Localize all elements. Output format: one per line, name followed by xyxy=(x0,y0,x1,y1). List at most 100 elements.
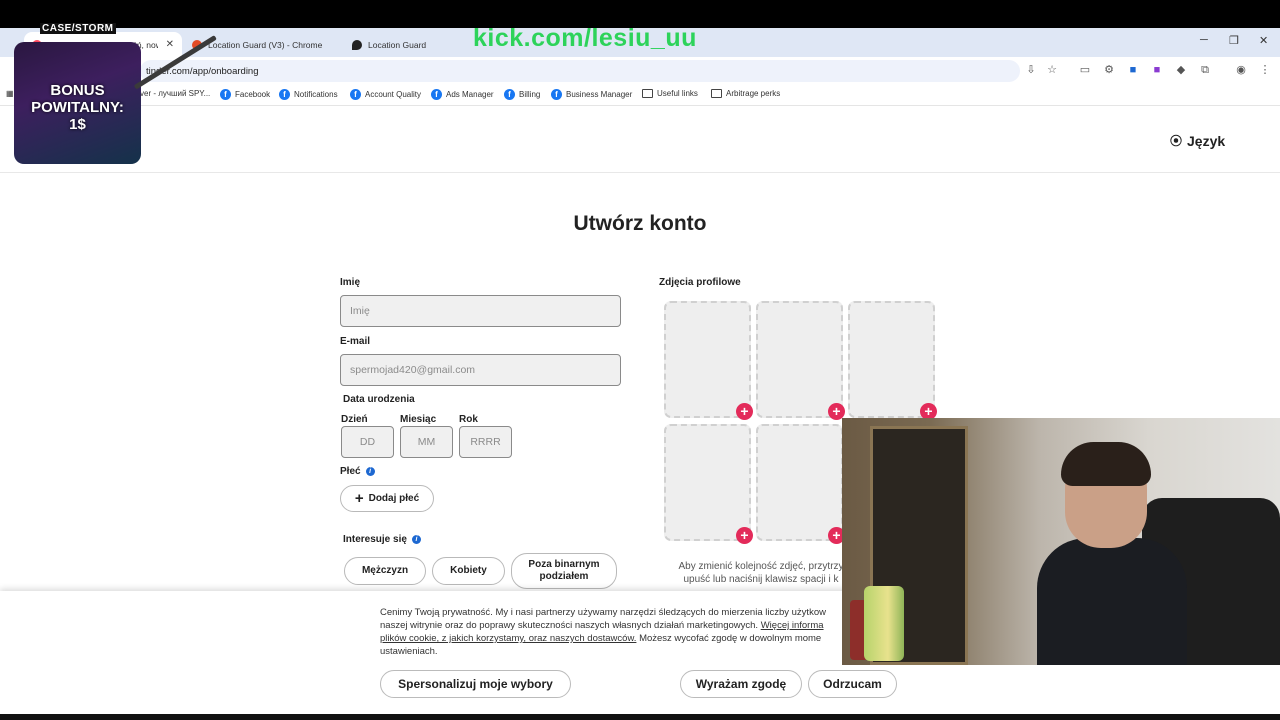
button-label: Odrzucam xyxy=(823,677,882,691)
extension-blue-icon[interactable]: ■ xyxy=(1126,63,1140,77)
promo-line: BONUS xyxy=(50,82,105,99)
photo-slot[interactable] xyxy=(664,424,751,541)
interest-option-men[interactable]: Mężczyzn xyxy=(344,557,426,585)
button-label: Spersonalizuj moje wybory xyxy=(398,677,553,691)
menu-dots-icon[interactable]: ⋮ xyxy=(1258,63,1272,77)
add-photo-icon[interactable]: + xyxy=(736,403,753,420)
bookmark-ads-manager[interactable]: f Ads Manager xyxy=(431,89,494,100)
interest-label: Interesuje się i xyxy=(343,534,421,545)
maximize-icon[interactable]: ❐ xyxy=(1229,34,1239,47)
cookie-more-info-link[interactable]: Więcej informa xyxy=(761,620,824,631)
location-guard-extension-icon[interactable]: ◆ xyxy=(1174,63,1188,77)
bookmark-account-quality[interactable]: f Account Quality xyxy=(350,89,421,100)
add-gender-button[interactable]: + Dodaj płeć xyxy=(340,485,434,512)
facebook-icon: f xyxy=(551,89,562,100)
name-label: Imię xyxy=(340,277,361,288)
month-placeholder: MM xyxy=(417,436,436,448)
hint-line: Aby zmienić kolejność zdjęć, przytrzy xyxy=(678,561,844,572)
webcam-person xyxy=(1037,442,1187,665)
cookie-text-part: Cenimy Twoją prywatność. My i nasi partn… xyxy=(380,607,826,618)
profile-icon[interactable]: ◉ xyxy=(1234,63,1248,77)
name-placeholder: Imię xyxy=(350,305,370,317)
bookmark-useful-links[interactable]: Useful links xyxy=(642,89,698,98)
info-icon[interactable]: i xyxy=(365,466,375,476)
photo-slot[interactable] xyxy=(848,301,935,418)
month-input[interactable]: MM xyxy=(400,426,453,458)
folder-icon xyxy=(711,89,722,98)
language-icon: ⦿ xyxy=(1170,134,1183,148)
interest-option-label: Kobiety xyxy=(450,565,487,576)
customize-cookies-button[interactable]: Spersonalizuj moje wybory xyxy=(380,670,571,698)
webcam-drink-can xyxy=(864,586,904,661)
email-value: spermojad420@gmail.com xyxy=(350,364,476,376)
interest-option-women[interactable]: Kobiety xyxy=(432,557,505,585)
photo-slot[interactable] xyxy=(756,424,843,541)
plus-icon: + xyxy=(354,489,364,507)
extension-gear-icon[interactable]: ⚙ xyxy=(1102,63,1116,77)
cookie-text: Cenimy Twoją prywatność. My i nasi partn… xyxy=(380,606,880,658)
close-tab-icon[interactable]: ✕ xyxy=(166,39,174,50)
close-window-icon[interactable]: ✕ xyxy=(1259,34,1268,47)
location-pin-icon xyxy=(352,39,362,50)
bookmark-label: Billing xyxy=(519,90,541,99)
photo-slot[interactable] xyxy=(664,301,751,418)
install-app-icon[interactable]: ⇩ xyxy=(1024,63,1038,77)
bookmarks-bar: ▦ ver - лучший SPY... f Facebook f Notif… xyxy=(0,84,1280,106)
facebook-icon: f xyxy=(220,89,231,100)
bookmark-arbitrage-perks[interactable]: Arbitrage perks xyxy=(711,89,780,98)
minimize-icon[interactable]: ─ xyxy=(1200,34,1208,46)
cookie-text-part: Możesz wycofać zgodę w dowolnym mome xyxy=(639,633,822,644)
extensions-puzzle-icon[interactable]: ⧉ xyxy=(1198,63,1212,77)
folder-icon xyxy=(642,89,653,98)
bookmark-facebook[interactable]: f Facebook xyxy=(220,89,270,100)
reject-cookies-button[interactable]: Odrzucam xyxy=(808,670,897,698)
bookmark-spy[interactable]: ver - лучший SPY... xyxy=(140,89,210,98)
facebook-icon: f xyxy=(279,89,290,100)
stream-bottom-bar xyxy=(0,714,1280,720)
facebook-icon: f xyxy=(431,89,442,100)
year-placeholder: RRRR xyxy=(470,436,501,448)
email-label: E-mail xyxy=(340,336,371,347)
bookmark-label: Arbitrage perks xyxy=(726,89,781,98)
day-placeholder: DD xyxy=(359,436,376,448)
interest-option-nonbinary[interactable]: Poza binarnym podziałem xyxy=(511,553,617,589)
bookmark-label: Ads Manager xyxy=(446,90,494,99)
interest-option-label: Mężczyzn xyxy=(361,565,409,576)
email-input[interactable]: spermojad420@gmail.com xyxy=(340,354,621,386)
gender-label-text: Płeć xyxy=(340,466,361,477)
bookmark-label: Facebook xyxy=(235,90,271,99)
address-bar[interactable]: tinder.com/app/onboarding xyxy=(140,60,1020,82)
screen: Tinder | Randki, przyjaźń, nowe ✕ Locati… xyxy=(0,0,1280,720)
page-title: Utwórz konto xyxy=(573,212,707,235)
year-input[interactable]: RRRR xyxy=(459,426,512,458)
promo-line: 1$ xyxy=(69,116,86,133)
accept-cookies-button[interactable]: Wyrażam zgodę xyxy=(680,670,802,698)
bookmark-billing[interactable]: f Billing xyxy=(504,89,540,100)
photos-label: Zdjęcia profilowe xyxy=(659,277,741,288)
info-icon[interactable]: i xyxy=(411,534,421,544)
stream-url-overlay: kick.com/lesiu_uu xyxy=(473,24,697,52)
bookmark-label: Account Quality xyxy=(365,90,422,99)
camera-icon[interactable]: ▭ xyxy=(1078,63,1092,77)
language-label: Język xyxy=(1187,132,1226,149)
promo-bonus-overlay: CASE/STORM BONUS POWITALNY: 1$ xyxy=(14,42,141,164)
extension-purple-icon[interactable]: ■ xyxy=(1150,63,1164,77)
name-input[interactable]: Imię xyxy=(340,295,621,327)
day-input[interactable]: DD xyxy=(341,426,394,458)
language-button[interactable]: ⦿ Język xyxy=(1170,132,1225,149)
facebook-icon: f xyxy=(504,89,515,100)
interest-option-label: Poza binarnym podziałem xyxy=(528,559,600,582)
bookmark-notifications[interactable]: f Notifications xyxy=(279,89,338,100)
promo-line: POWITALNY: xyxy=(31,99,124,116)
photo-slot[interactable] xyxy=(756,301,843,418)
cookie-vendors-link[interactable]: plików cookie, z jakich korzystamy, oraz… xyxy=(380,633,636,644)
interest-label-text: Interesuje się xyxy=(343,534,407,545)
photo-reorder-hint: Aby zmienić kolejność zdjęć, przytrzy up… xyxy=(676,560,846,586)
month-label: Miesiąc xyxy=(400,414,437,425)
apps-grid-icon[interactable]: ▦ xyxy=(6,89,14,98)
site-header: ⦿ Język xyxy=(0,106,1280,173)
add-photo-icon[interactable]: + xyxy=(736,527,753,544)
bookmark-business-manager[interactable]: f Business Manager xyxy=(551,89,632,100)
gender-label: Płeć i xyxy=(340,466,375,477)
bookmark-star-icon[interactable]: ☆ xyxy=(1045,63,1059,77)
